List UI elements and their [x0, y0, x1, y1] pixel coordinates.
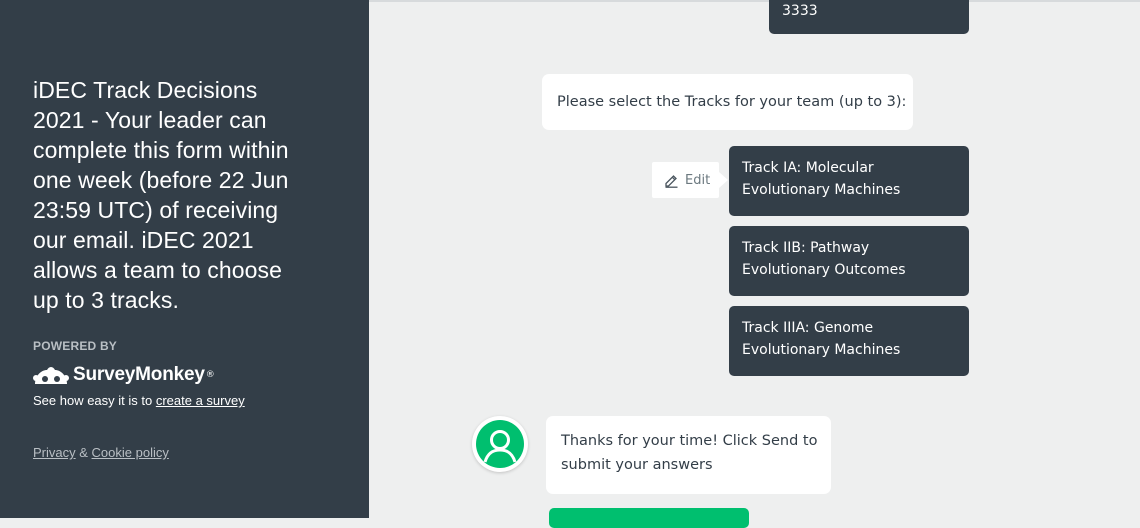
surveymonkey-logo[interactable]: SurveyMonkey ® — [33, 364, 215, 386]
answer-text: Track IA: Molecular Evolutionary Machine… — [742, 160, 901, 198]
previous-answer-text: 3333 — [782, 3, 818, 19]
answer-text: Track IIB: Pathway Evolutionary Outcomes — [742, 240, 906, 278]
amp-separator: & — [75, 445, 92, 460]
see-how-prefix: See how easy it is to — [33, 393, 156, 408]
brand-name: SurveyMonkey — [73, 364, 205, 385]
answer-bubble: Track IIB: Pathway Evolutionary Outcomes — [729, 226, 969, 296]
legal-links: Privacy & Cookie policy — [33, 445, 169, 460]
sidebar: iDEC Track Decisions 2021 - Your leader … — [0, 0, 369, 518]
survey-title: iDEC Track Decisions 2021 - Your leader … — [33, 77, 289, 313]
registered-mark: ® — [205, 370, 215, 380]
surveymonkey-logo-icon — [33, 367, 69, 384]
see-how-text: See how easy it is to create a survey — [33, 393, 245, 408]
bot-avatar — [472, 416, 528, 472]
edit-label: Edit — [685, 172, 711, 188]
pencil-icon — [665, 174, 678, 188]
privacy-link[interactable]: Privacy — [33, 445, 76, 460]
edit-button[interactable]: Edit — [652, 162, 719, 198]
question-text: Please select the Tracks for your team (… — [557, 94, 907, 110]
send-button[interactable] — [549, 508, 749, 528]
answer-text: Track IIIA: Genome Evolutionary Machines — [742, 320, 901, 358]
previous-answer-bubble: 3333 — [769, 0, 969, 34]
survey-bot-avatar-icon — [476, 420, 524, 468]
cookie-policy-link[interactable]: Cookie policy — [92, 445, 169, 460]
thanks-text: Thanks for your time! Click Send to subm… — [561, 433, 818, 473]
edit-pointer — [719, 172, 728, 188]
answer-bubble: Track IIIA: Genome Evolutionary Machines — [729, 306, 969, 376]
thanks-bubble: Thanks for your time! Click Send to subm… — [546, 416, 831, 494]
powered-by-label: POWERED BY — [33, 339, 118, 353]
question-bubble: Please select the Tracks for your team (… — [542, 74, 913, 130]
create-survey-link[interactable]: create a survey — [156, 393, 245, 408]
answer-bubble: Track IA: Molecular Evolutionary Machine… — [729, 146, 969, 216]
